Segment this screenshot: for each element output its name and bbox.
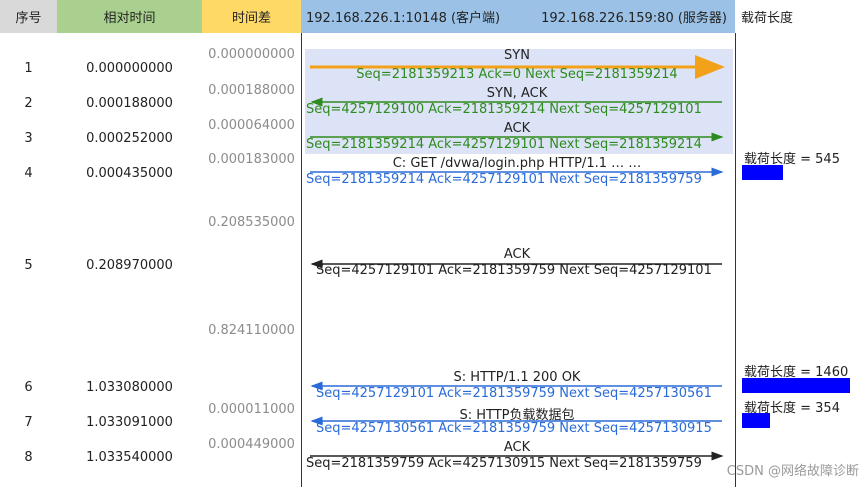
packet-label: ACK <box>503 121 531 136</box>
packet-label: ACK <box>503 440 531 455</box>
packet-label: C: GET /dvwa/login.php HTTP/1.1 … … <box>392 156 642 171</box>
payload-bar <box>742 378 850 393</box>
packet-detail: Seq=4257129100 Ack=2181359214 Next Seq=4… <box>306 102 702 117</box>
payload-bar <box>742 165 783 180</box>
packet-detail: Seq=2181359214 Ack=4257129101 Next Seq=2… <box>306 137 702 152</box>
packet-label: SYN, ACK <box>486 86 548 101</box>
packet-label: S: HTTP/1.1 200 OK <box>453 370 581 385</box>
packet-label: ACK <box>503 247 531 262</box>
packet-detail: Seq=2181359214 Ack=4257129101 Next Seq=2… <box>306 172 702 187</box>
packet-detail: Seq=4257129101 Ack=2181359759 Next Seq=4… <box>316 263 712 278</box>
packet-label: SYN <box>504 48 530 63</box>
packet-detail: Seq=2181359759 Ack=4257130915 Next Seq=2… <box>306 456 702 471</box>
watermark: CSDN @网络故障诊断 <box>726 464 859 479</box>
packet-detail: Seq=2181359213 Ack=0 Next Seq=2181359214 <box>356 67 678 82</box>
payload-bar <box>742 413 770 428</box>
packet-detail: Seq=4257129101 Ack=2181359759 Next Seq=4… <box>316 386 712 401</box>
packet-detail: Seq=4257130561 Ack=2181359759 Next Seq=4… <box>316 421 712 436</box>
